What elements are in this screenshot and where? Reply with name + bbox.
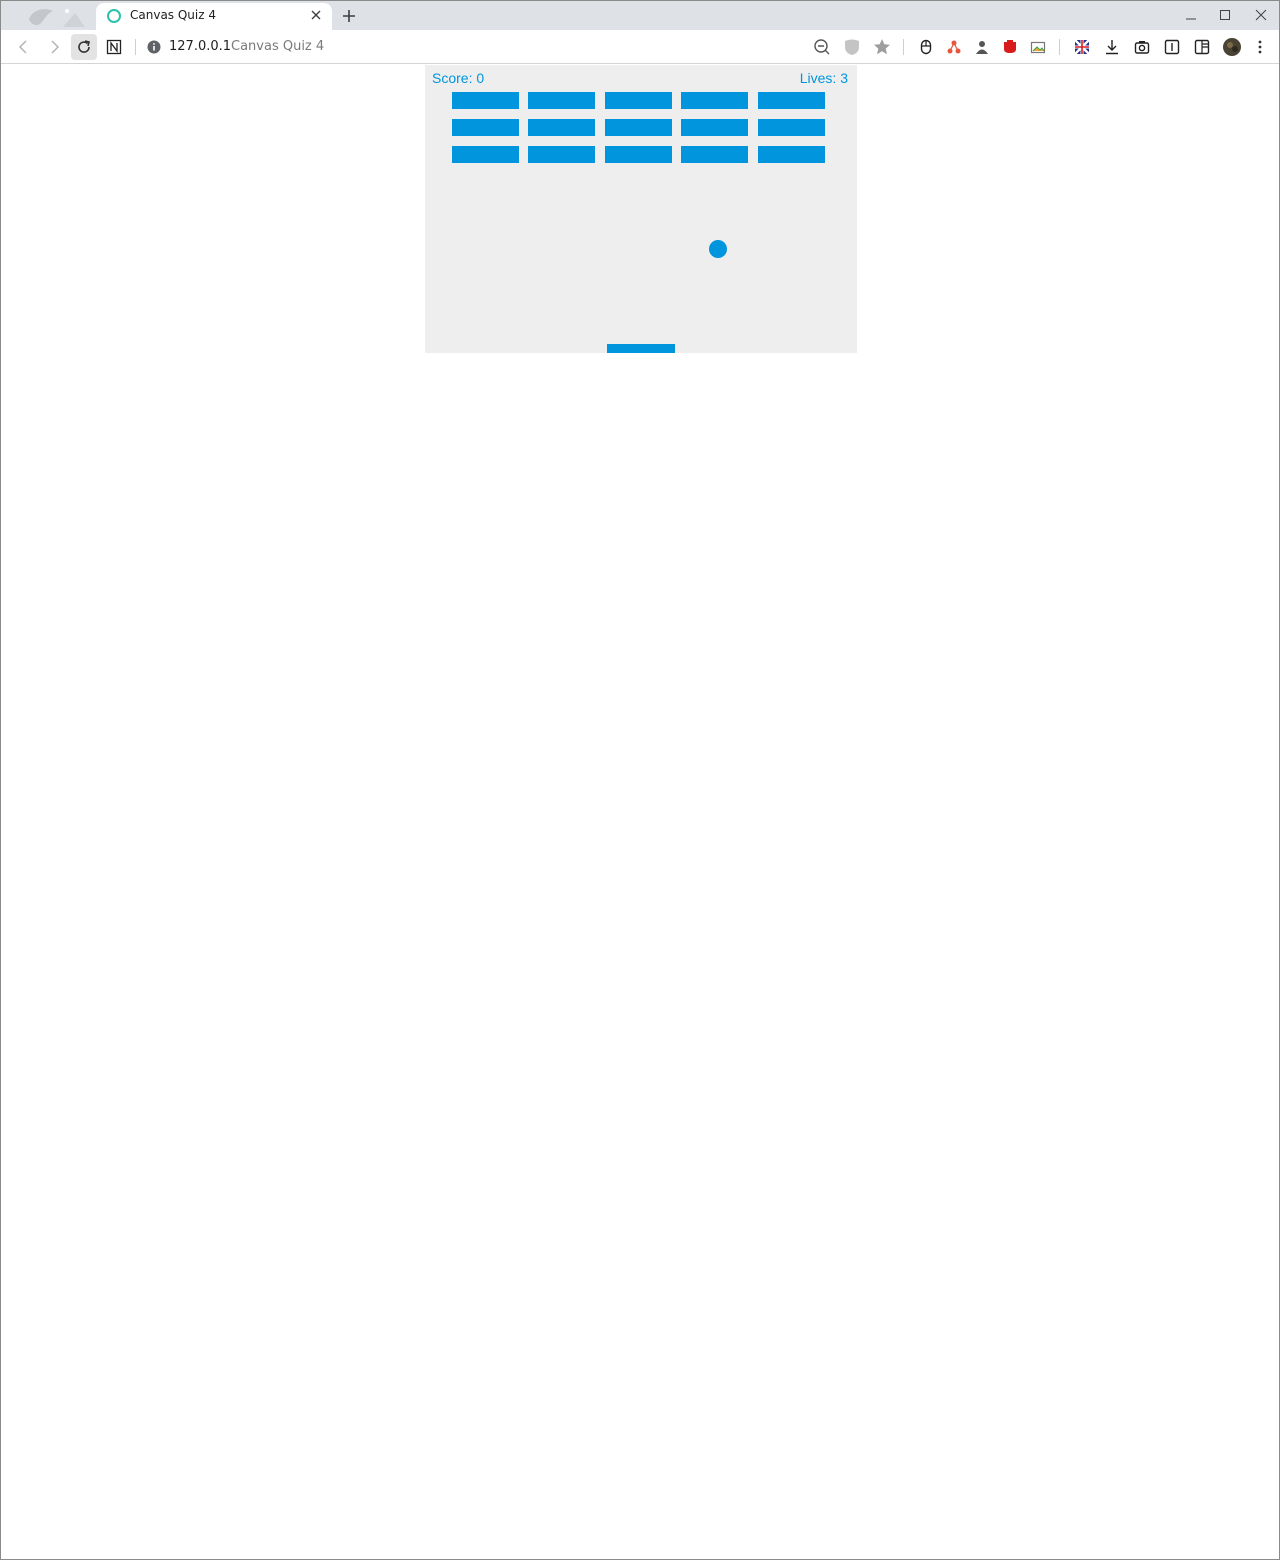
window-close-icon[interactable] bbox=[1246, 3, 1276, 27]
brick bbox=[605, 92, 672, 109]
game-canvas[interactable]: Score: 0 Lives: 3 bbox=[425, 65, 857, 353]
mouse-extension-icon[interactable] bbox=[913, 34, 939, 60]
brick bbox=[681, 92, 748, 109]
brick bbox=[758, 146, 825, 163]
brick bbox=[681, 119, 748, 136]
lives-label: Lives: 3 bbox=[799, 70, 848, 86]
brick bbox=[681, 146, 748, 163]
tab-title: Canvas Quiz 4 bbox=[130, 8, 216, 22]
maximize-icon[interactable] bbox=[1210, 3, 1240, 27]
brick bbox=[528, 146, 595, 163]
back-icon[interactable] bbox=[11, 34, 37, 60]
notion-icon[interactable] bbox=[101, 34, 127, 60]
download-icon[interactable] bbox=[1099, 34, 1125, 60]
bookmark-star-icon[interactable] bbox=[869, 34, 895, 60]
menu-icon[interactable] bbox=[1247, 34, 1273, 60]
brick bbox=[605, 146, 672, 163]
brick bbox=[605, 119, 672, 136]
minimize-icon[interactable] bbox=[1176, 3, 1206, 27]
camera-icon[interactable] bbox=[1129, 34, 1155, 60]
url-host[interactable]: 127.0.0.1 bbox=[169, 39, 231, 54]
network-extension-icon[interactable] bbox=[941, 34, 967, 60]
forward-icon[interactable] bbox=[41, 34, 67, 60]
avatar[interactable] bbox=[1219, 34, 1245, 60]
info-icon[interactable] bbox=[147, 40, 161, 54]
brick bbox=[758, 119, 825, 136]
paddle[interactable] bbox=[607, 344, 675, 353]
red-extension-icon[interactable] bbox=[997, 34, 1023, 60]
score-label: Score: 0 bbox=[432, 70, 485, 86]
brick bbox=[452, 146, 519, 163]
tab-strip: Canvas Quiz 4 bbox=[1, 1, 1279, 30]
profile-extension-icon[interactable] bbox=[969, 34, 995, 60]
url-page-title[interactable]: Canvas Quiz 4 bbox=[231, 39, 324, 54]
brick bbox=[452, 92, 519, 109]
sidebar-icon[interactable] bbox=[1189, 34, 1215, 60]
new-tab-button[interactable] bbox=[339, 6, 359, 26]
image-extension-icon[interactable] bbox=[1025, 34, 1051, 60]
circle-outline-icon bbox=[107, 9, 121, 23]
brick bbox=[758, 92, 825, 109]
brick bbox=[528, 92, 595, 109]
browser-window: Canvas Quiz 4 127.0.0.1 Canvas Quiz 4 Sc… bbox=[0, 0, 1280, 1560]
browser-toolbar: 127.0.0.1 Canvas Quiz 4 bbox=[1, 30, 1279, 64]
shield-icon[interactable] bbox=[839, 34, 865, 60]
ball bbox=[709, 240, 727, 258]
zoom-out-icon[interactable] bbox=[809, 34, 835, 60]
flag-extension-icon[interactable] bbox=[1069, 34, 1095, 60]
brick bbox=[528, 119, 595, 136]
tab-strip-decoration-icon bbox=[29, 9, 85, 27]
reload-icon[interactable] bbox=[71, 34, 97, 60]
brick bbox=[452, 119, 519, 136]
tab-active[interactable]: Canvas Quiz 4 bbox=[96, 3, 332, 30]
reader-icon[interactable] bbox=[1159, 34, 1185, 60]
close-icon[interactable] bbox=[307, 6, 325, 24]
